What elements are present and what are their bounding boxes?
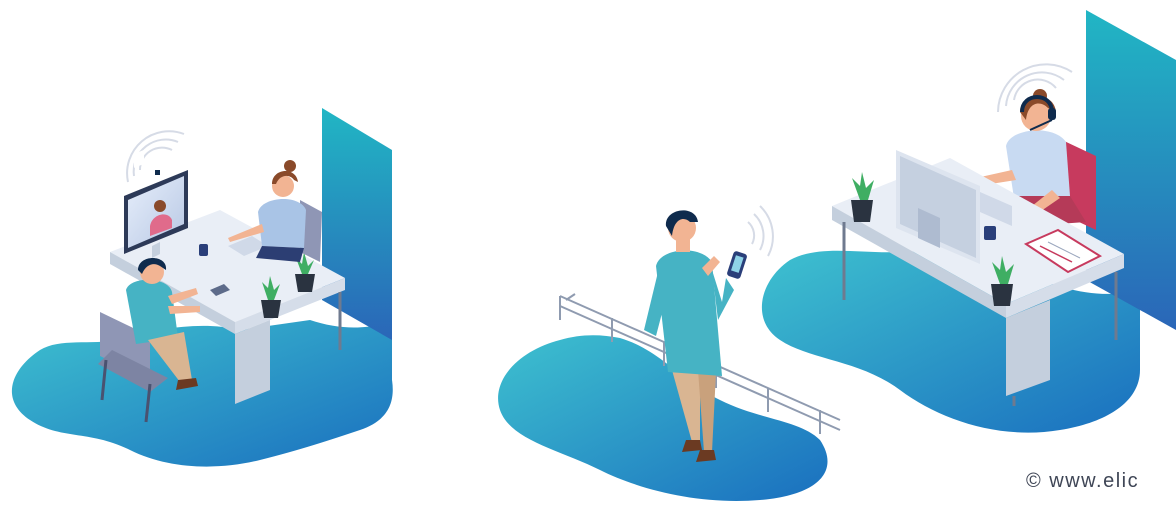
wifi-signal-icon xyxy=(747,205,774,257)
mug xyxy=(984,226,996,240)
support-desk-scene xyxy=(761,10,1176,433)
mug xyxy=(199,244,208,256)
copyright-text: © www.elic xyxy=(1026,470,1140,492)
floor-blob-left xyxy=(11,320,393,467)
floor-blob-middle xyxy=(498,335,828,501)
wall-right xyxy=(1086,10,1176,330)
phone-call-scene xyxy=(498,205,841,501)
illustration xyxy=(11,10,1176,501)
video-meeting-scene xyxy=(11,108,393,467)
wall-left xyxy=(322,108,392,340)
